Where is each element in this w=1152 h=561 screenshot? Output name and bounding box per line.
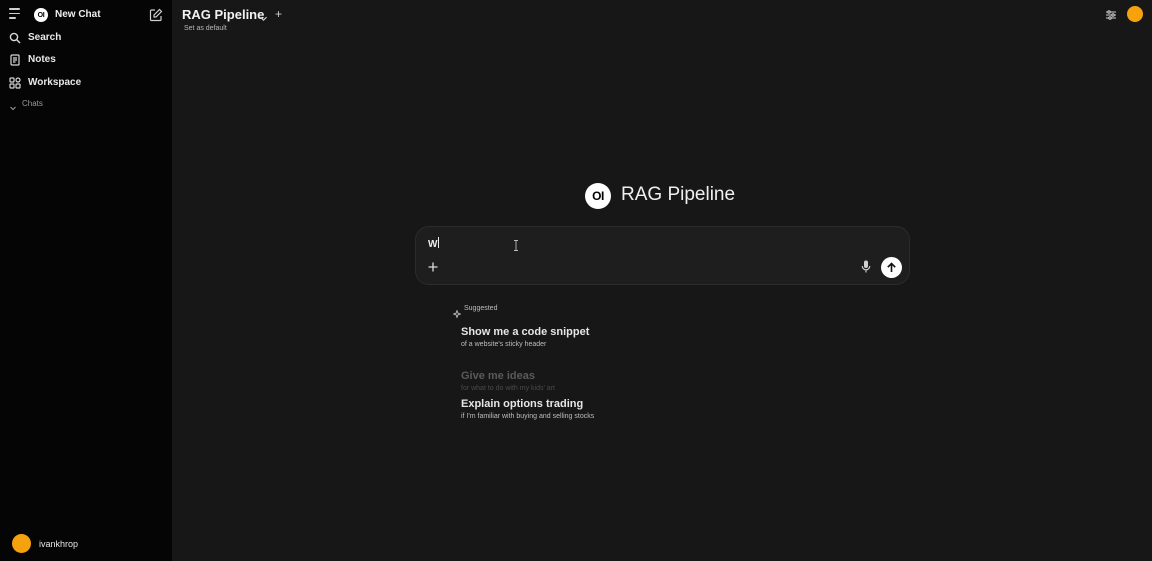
chevron-down-icon[interactable] — [259, 10, 268, 22]
suggestion-subtitle: for what to do with my kids' art — [461, 385, 555, 392]
message-input-value: W — [428, 239, 438, 250]
main-area: RAG Pipeline + Set as default OI RAG Pip… — [172, 0, 1152, 561]
sidebar-item-label: Search — [28, 32, 62, 43]
send-button[interactable] — [881, 257, 902, 278]
suggestion-title: Explain options trading — [461, 398, 584, 410]
new-chat-button[interactable]: New Chat — [55, 9, 101, 20]
chat-composer[interactable]: W — [415, 226, 910, 285]
app-root: OI New Chat Search Notes Workspace Chats… — [0, 0, 1152, 561]
sidebar-item-label: Notes — [28, 54, 56, 65]
suggestion-item[interactable]: Give me ideas for what to do with my kid… — [461, 370, 761, 392]
menu-icon[interactable] — [9, 8, 22, 21]
suggestion-subtitle: if I'm familiar with buying and selling … — [461, 413, 595, 420]
suggestion-subtitle: of a website's sticky header — [461, 341, 547, 348]
sidebar-item-notes[interactable]: Notes — [0, 50, 172, 70]
arrow-up-icon — [887, 262, 896, 272]
sidebar-header: OI New Chat — [0, 0, 172, 30]
notes-icon — [9, 53, 21, 66]
model-logo: OI — [585, 183, 611, 209]
compose-icon[interactable] — [149, 8, 163, 22]
add-model-button[interactable]: + — [275, 7, 282, 21]
text-caret — [438, 237, 440, 248]
user-name: ivankhrop — [39, 539, 79, 549]
controls-icon[interactable] — [1105, 8, 1117, 20]
sidebar-item-workspace[interactable]: Workspace — [0, 73, 172, 93]
user-menu[interactable]: ivankhrop — [12, 534, 162, 554]
avatar[interactable] — [1127, 6, 1143, 22]
set-default-link[interactable]: Set as default — [184, 25, 227, 32]
suggestion-item[interactable]: Explain options trading if I'm familiar … — [461, 398, 761, 420]
avatar[interactable] — [12, 534, 31, 553]
app-logo[interactable]: OI — [34, 8, 48, 22]
suggestion-item[interactable]: Show me a code snippet of a website's st… — [461, 326, 761, 348]
model-title: RAG Pipeline — [621, 184, 736, 205]
suggestion-title: Give me ideas — [461, 370, 535, 382]
sidebar-item-search[interactable]: Search — [0, 28, 172, 48]
sidebar-item-label: Workspace — [28, 77, 82, 88]
search-icon — [9, 31, 21, 44]
text-cursor-icon — [513, 238, 519, 251]
plus-icon[interactable] — [427, 260, 439, 272]
message-input[interactable]: W — [428, 237, 440, 250]
sparkle-icon — [452, 305, 462, 319]
model-selector[interactable]: RAG Pipeline — [182, 7, 264, 22]
suggestion-title: Show me a code snippet — [461, 326, 590, 338]
chevron-down-icon — [9, 99, 17, 111]
chats-label: Chats — [22, 99, 43, 108]
microphone-icon[interactable] — [861, 260, 871, 273]
suggested-label: Suggested — [464, 305, 498, 312]
workspace-icon — [9, 76, 21, 89]
sidebar: OI New Chat Search Notes Workspace Chats… — [0, 0, 172, 561]
